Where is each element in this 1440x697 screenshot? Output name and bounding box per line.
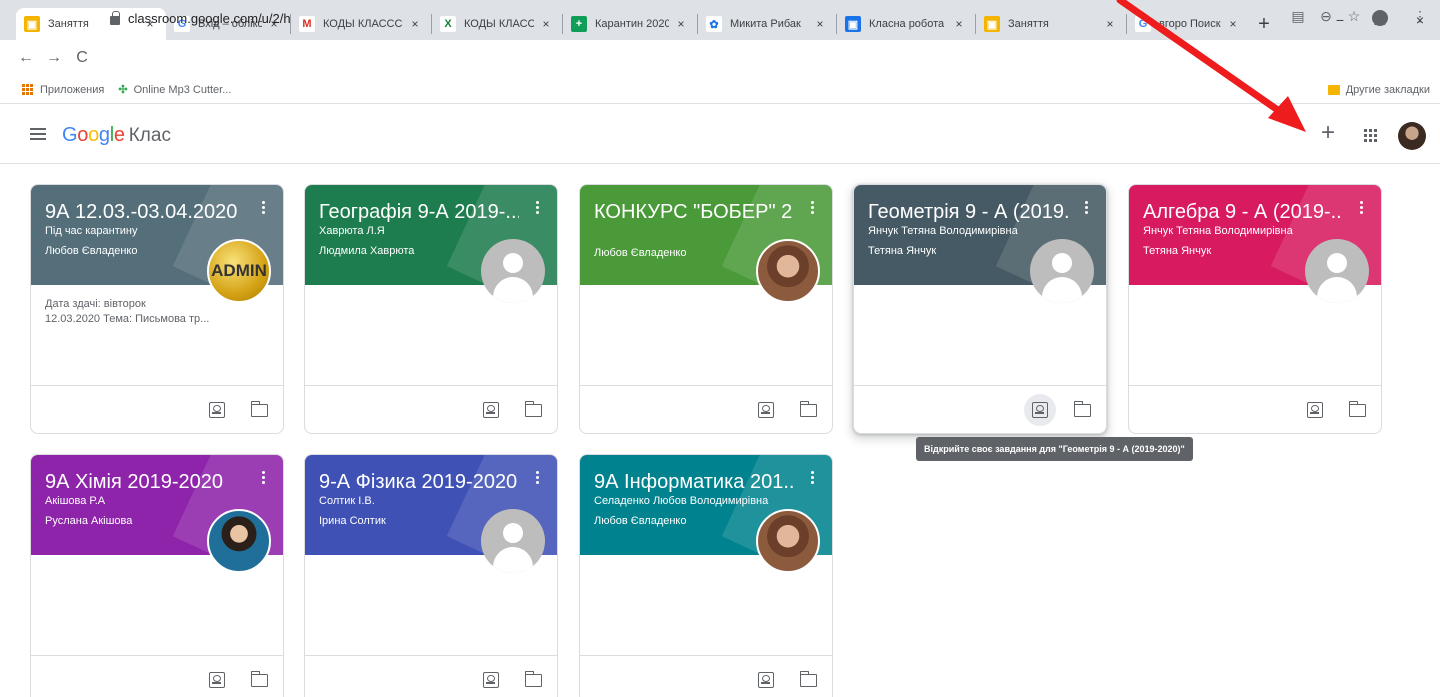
- account-avatar[interactable]: [1398, 122, 1426, 150]
- drive-folder-icon[interactable]: [799, 671, 817, 687]
- admin-badge-text: ADMIN: [211, 261, 267, 280]
- class-card-footer: [305, 385, 557, 433]
- class-section: Селаденко Любов Володимирівна: [594, 495, 769, 507]
- teacher-avatar: [207, 509, 271, 573]
- teacher-avatar: [1030, 239, 1094, 303]
- class-card[interactable]: КОНКУРС "БОБЕР" 2... Любов Євладенко: [579, 184, 833, 434]
- lock-icon: [110, 10, 120, 25]
- drive-folder-icon[interactable]: [799, 401, 817, 417]
- class-card[interactable]: 9А Інформатика 201... Селаденко Любов Вол…: [579, 454, 833, 697]
- google-wordmark: Google: [62, 124, 125, 146]
- class-section: Хаврюта Л.Я: [319, 225, 385, 237]
- more-options-icon[interactable]: [262, 201, 265, 214]
- class-card-footer: [580, 655, 832, 697]
- drive-folder-icon[interactable]: [1348, 401, 1366, 417]
- class-title[interactable]: 9-А Фізика 2019-2020: [319, 469, 519, 495]
- more-options-icon[interactable]: [262, 471, 265, 484]
- class-card-footer: [31, 655, 283, 697]
- back-button[interactable]: ←: [12, 49, 40, 67]
- class-card[interactable]: 9А 12.03.-03.04.2020 Під час карантину Люб…: [30, 184, 284, 434]
- class-title[interactable]: Географія 9-А 2019-...: [319, 199, 519, 225]
- browser-toolbar: ← → C: [0, 40, 1440, 76]
- your-work-icon[interactable]: [1307, 402, 1323, 418]
- class-card[interactable]: 9А Хімія 2019-2020 Акішова Р.А Руслана Акі…: [30, 454, 284, 697]
- class-card[interactable]: Географія 9-А 2019-... Хаврюта Л.Я Людмила…: [304, 184, 558, 434]
- your-work-icon[interactable]: [758, 672, 774, 688]
- more-options-icon[interactable]: [1085, 201, 1088, 214]
- more-options-icon[interactable]: [811, 201, 814, 214]
- classroom-header: Google Клас +: [0, 104, 1440, 164]
- browser-menu-icon[interactable]: ⋮: [1408, 8, 1432, 25]
- class-card[interactable]: Алгебра 9 - А (2019-... Янчук Тетяна Воло…: [1128, 184, 1382, 434]
- bookmark-other-label: Другие закладки: [1345, 83, 1430, 96]
- drive-folder-icon[interactable]: [524, 671, 542, 687]
- class-card-footer: [580, 385, 832, 433]
- teacher-avatar: [481, 509, 545, 573]
- class-title[interactable]: Алгебра 9 - А (2019-...: [1143, 199, 1343, 225]
- more-options-icon[interactable]: [536, 201, 539, 214]
- class-card-footer: [1129, 385, 1381, 433]
- reload-button[interactable]: C: [68, 49, 96, 67]
- your-work-icon[interactable]: [483, 672, 499, 688]
- teacher-avatar: ADMIN: [207, 239, 271, 303]
- class-section: Солтик І.В.: [319, 495, 375, 507]
- zoom-icon[interactable]: ⊖: [1314, 8, 1338, 25]
- tab-favicon-icon: ▣: [24, 16, 40, 32]
- browser-profile-icon[interactable]: [1372, 10, 1388, 26]
- due-assignment-text[interactable]: 12.03.2020 Тема: Письмова тр...: [45, 312, 269, 327]
- folder-icon: [1327, 84, 1340, 95]
- class-title[interactable]: 9А Інформатика 201...: [594, 469, 794, 495]
- assignment-tooltip: Відкрийте своє завдання для "Геометрія 9…: [916, 437, 1193, 461]
- google-classroom-logo[interactable]: Google Клас: [62, 124, 171, 147]
- class-title[interactable]: 9А Хімія 2019-2020: [45, 469, 245, 495]
- mp3-cutter-icon: ✣: [118, 84, 128, 96]
- teacher-avatar: [481, 239, 545, 303]
- bookmarks-bar: Приложения ✣ Online Mp3 Cutter... Другие…: [0, 76, 1440, 104]
- your-work-icon[interactable]: [483, 402, 499, 418]
- address-bar[interactable]: classroom.google.com/u/2/h: [110, 6, 1280, 30]
- teacher-avatar: [756, 509, 820, 573]
- bookmark-apps[interactable]: Приложения: [22, 83, 105, 96]
- bookmark-mp3-cutter[interactable]: ✣ Online Mp3 Cutter...: [118, 83, 232, 97]
- url-text: classroom.google.com/u/2/h: [128, 10, 291, 26]
- class-card[interactable]: Геометрія 9 - А (2019... Янчук Тетяна Вол…: [853, 184, 1107, 434]
- class-card-footer: [854, 385, 1106, 433]
- your-work-icon[interactable]: [758, 402, 774, 418]
- drive-folder-icon[interactable]: [1073, 401, 1091, 417]
- class-title[interactable]: КОНКУРС "БОБЕР" 2...: [594, 199, 794, 225]
- your-work-icon[interactable]: [209, 402, 225, 418]
- teacher-avatar: [1305, 239, 1369, 303]
- more-options-icon[interactable]: [1360, 201, 1363, 214]
- class-card[interactable]: 9-А Фізика 2019-2020 Солтик І.В. Ірина Сол…: [304, 454, 558, 697]
- your-work-icon[interactable]: [209, 672, 225, 688]
- bookmark-apps-label: Приложения: [40, 83, 105, 96]
- add-class-button[interactable]: +: [1316, 121, 1340, 146]
- class-card-footer: [31, 385, 283, 433]
- class-section: Акішова Р.А: [45, 495, 106, 507]
- your-work-icon[interactable]: [1032, 402, 1048, 418]
- class-title[interactable]: 9А 12.03.-03.04.2020: [45, 199, 245, 225]
- class-section: Янчук Тетяна Володимирівна: [1143, 225, 1293, 237]
- class-card-footer: [305, 655, 557, 697]
- translate-icon[interactable]: ▤: [1286, 8, 1310, 25]
- hamburger-menu-icon[interactable]: [30, 128, 46, 140]
- classroom-wordmark: Клас: [128, 125, 171, 146]
- more-options-icon[interactable]: [536, 471, 539, 484]
- teacher-avatar: [756, 239, 820, 303]
- google-apps-icon[interactable]: [1364, 129, 1377, 142]
- apps-grid-icon: [22, 83, 34, 96]
- class-title[interactable]: Геометрія 9 - А (2019...: [868, 199, 1068, 225]
- forward-button[interactable]: →: [40, 49, 68, 67]
- class-section: Під час карантину: [45, 225, 138, 237]
- drive-folder-icon[interactable]: [524, 401, 542, 417]
- drive-folder-icon[interactable]: [250, 671, 268, 687]
- class-section: Янчук Тетяна Володимирівна: [868, 225, 1018, 237]
- drive-folder-icon[interactable]: [250, 401, 268, 417]
- bookmark-star-icon[interactable]: ☆: [1342, 8, 1366, 25]
- bookmark-mp3-label: Online Mp3 Cutter...: [133, 83, 232, 96]
- more-options-icon[interactable]: [811, 471, 814, 484]
- bookmark-other[interactable]: Другие закладки: [1327, 83, 1430, 96]
